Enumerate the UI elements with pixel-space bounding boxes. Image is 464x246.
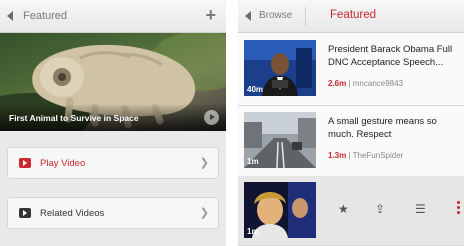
chevron-right-icon: ❯ <box>199 207 209 219</box>
view-count: 2.6m <box>328 79 347 88</box>
header-divider <box>305 7 306 26</box>
video-duration: 1m <box>247 227 259 236</box>
play-video-row[interactable]: Play Video ❯ <box>7 147 219 179</box>
video-thumbnail[interactable]: 40m <box>244 40 316 96</box>
video-title[interactable]: President Barack Obama Full DNC Acceptan… <box>328 43 460 69</box>
related-videos-label: Related Videos <box>40 208 105 219</box>
view-count: 1.3m <box>328 151 347 160</box>
play-icon[interactable] <box>204 110 219 125</box>
video-list-item[interactable]: 40m President Barack Obama Full DNC Acce… <box>238 34 464 106</box>
screen-title: Featured <box>330 9 377 21</box>
channel-name[interactable]: TheFunSpider <box>353 151 404 160</box>
back-arrow-icon[interactable] <box>7 11 13 21</box>
video-duration: 40m <box>247 85 264 94</box>
video-duration: 1m <box>247 157 259 166</box>
share-icon[interactable]: ⇪ <box>375 202 385 216</box>
video-icon <box>19 208 31 218</box>
add-icon[interactable]: + <box>205 5 216 25</box>
video-title[interactable]: A small gesture means so much. Respect <box>328 115 460 141</box>
channel-name[interactable]: mncance9843 <box>353 79 403 88</box>
play-icon <box>19 158 31 168</box>
featured-video-hero[interactable]: First Animal to Survive in Space <box>0 33 226 131</box>
add-to-playlist-icon[interactable]: ☰ <box>415 202 426 216</box>
video-meta: 1.3m | TheFunSpider <box>328 151 404 160</box>
hero-caption: First Animal to Survive in Space <box>9 113 139 123</box>
star-icon[interactable]: ★ <box>338 202 349 216</box>
chevron-right-icon: ❯ <box>199 157 209 169</box>
more-icon[interactable] <box>457 201 460 215</box>
navigation-bar: Featured + <box>0 0 226 33</box>
play-video-label: Play Video <box>40 158 86 169</box>
video-meta: 2.6m | mncance9843 <box>328 79 404 88</box>
video-thumbnail[interactable]: 1m <box>244 112 316 168</box>
related-videos-row[interactable]: Related Videos ❯ <box>7 197 219 229</box>
browse-back-button[interactable]: Browse <box>259 10 292 21</box>
screen-title[interactable]: Featured <box>23 10 67 22</box>
navigation-bar: Browse Featured <box>238 0 464 33</box>
video-list-item-selected[interactable]: 1m ★ ⇪ ☰ <box>238 176 464 246</box>
left-screen: Featured + First Animal to Survive in Sp… <box>0 0 226 246</box>
back-arrow-icon[interactable] <box>245 11 251 21</box>
video-thumbnail[interactable]: 1m <box>244 182 316 238</box>
video-list-item[interactable]: 1m A small gesture means so much. Respec… <box>238 106 464 178</box>
right-screen: Browse Featured 40m President Barack Oba… <box>238 0 464 246</box>
